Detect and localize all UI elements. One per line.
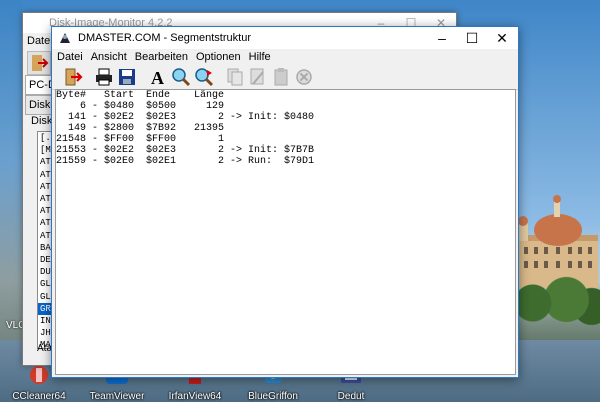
save-button[interactable] [116, 66, 138, 88]
menu-ansicht[interactable]: Ansicht [91, 51, 127, 63]
print-icon [96, 68, 112, 86]
desktop-icon-label: BlueGriffon [248, 391, 298, 402]
segmentstruktur-window[interactable]: DMASTER.COM - Segmentstruktur – ☐ ✕ Date… [51, 26, 519, 378]
desktop-icon-label: CCleaner64 [12, 391, 66, 402]
search-next-icon [195, 68, 214, 87]
desktop-icon-label: TeamViewer [89, 391, 145, 402]
exit-icon [32, 55, 49, 71]
cut-button[interactable] [247, 66, 269, 88]
trees-image [516, 275, 600, 345]
window-title: DMASTER.COM - Segmentstruktur [78, 32, 251, 44]
app-icon [60, 33, 70, 43]
print-button[interactable] [93, 66, 115, 88]
menu-optionen[interactable]: Optionen [196, 51, 241, 63]
segment-row: 21559 - $02E0 $02E1 2 -> Run: $79D1 [56, 156, 315, 167]
desktop-icon-label: IrfanView64 [168, 391, 222, 402]
maximize-button[interactable]: ☐ [457, 27, 487, 49]
paste-button[interactable] [270, 66, 292, 88]
search-icon [172, 68, 191, 87]
minimize-button[interactable]: – [427, 27, 457, 49]
menubar: Datei Ansicht Bearbeiten Optionen Hilfe [52, 49, 518, 65]
search-button[interactable] [170, 66, 192, 88]
copy-button[interactable] [224, 66, 246, 88]
segment-list[interactable]: Byte# Start Ende Länge 6 - $0480 $0500 1… [55, 89, 516, 375]
desktop-icon-label: Dedut [337, 391, 365, 402]
delete-button[interactable] [293, 66, 315, 88]
copy-icon [227, 68, 243, 86]
font-icon: A [151, 68, 164, 87]
exit-button[interactable] [62, 66, 84, 88]
segment-row: 6 - $0480 $0500 129 [56, 101, 225, 112]
disk-label: Disk [31, 115, 53, 127]
cut-icon [250, 68, 264, 85]
segment-row: 21553 - $02E2 $02E3 2 -> Init: $7B7B [56, 145, 315, 156]
segment-row: 149 - $2800 $7B92 21395 [56, 123, 225, 134]
exit-icon [65, 68, 83, 86]
back-menu-datei[interactable]: Datei [27, 33, 53, 49]
titlebar: DMASTER.COM - Segmentstruktur – ☐ ✕ [52, 27, 518, 49]
font-button[interactable]: A [147, 66, 169, 88]
menu-bearbeiten[interactable]: Bearbeiten [135, 51, 188, 63]
back-exit-button[interactable] [27, 51, 51, 75]
paste-icon [274, 68, 288, 86]
close-button[interactable]: ✕ [487, 27, 517, 49]
toolbar: A [52, 65, 518, 90]
segment-header: Byte# Start Ende Länge [56, 90, 225, 101]
segment-row: 141 - $02E2 $02E3 2 -> Init: $0480 [56, 112, 315, 123]
svg-text:A: A [151, 68, 164, 87]
ccleaner-icon [30, 366, 48, 384]
delete-icon [296, 69, 312, 85]
save-icon [119, 69, 135, 85]
search-next-button[interactable] [193, 66, 215, 88]
segment-row: 21548 - $FF00 $FF00 1 [56, 134, 225, 145]
menu-hilfe[interactable]: Hilfe [249, 51, 271, 63]
menu-datei[interactable]: Datei [57, 51, 83, 63]
